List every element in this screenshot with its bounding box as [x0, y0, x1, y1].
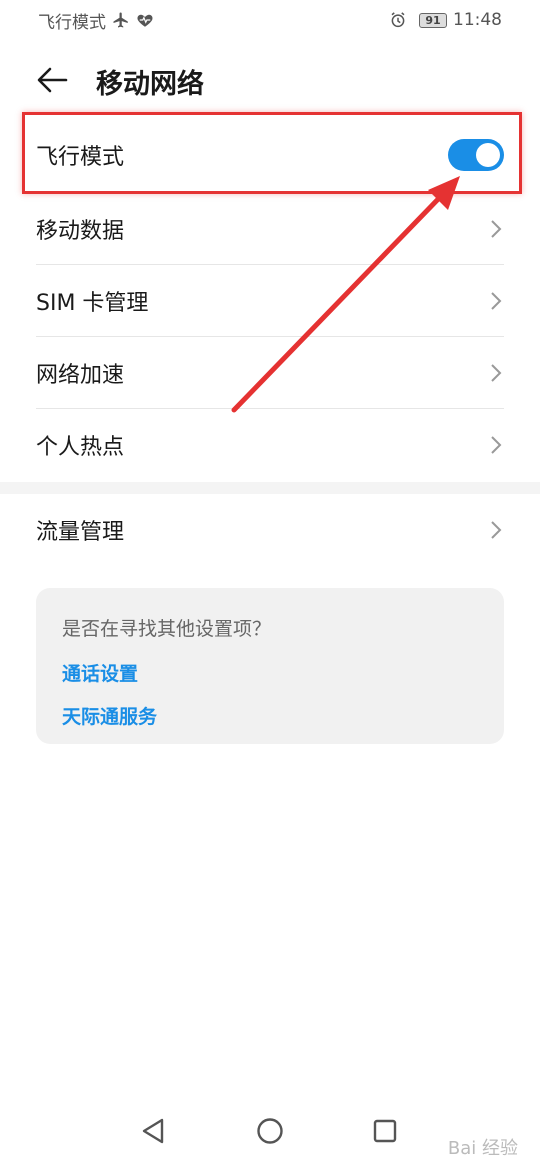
nav-recents-button[interactable] [368, 1114, 402, 1148]
hotspot-row[interactable]: 个人热点 [36, 409, 504, 481]
chevron-right-icon [491, 436, 502, 454]
data-usage-row[interactable]: 流量管理 [36, 494, 504, 566]
skytone-service-link[interactable]: 天际通服务 [62, 702, 478, 729]
sim-management-label: SIM 卡管理 [36, 290, 149, 316]
network-acceleration-row[interactable]: 网络加速 [36, 337, 504, 408]
hotspot-label: 个人热点 [36, 435, 125, 460]
airplane-icon [112, 11, 130, 29]
page-title: 移动网络 [96, 69, 204, 100]
circle-home-icon [257, 1118, 283, 1144]
chevron-right-icon [491, 521, 502, 539]
triangle-back-icon [142, 1118, 164, 1144]
square-recents-icon [373, 1119, 397, 1143]
status-airplane-label: 飞行模式 [38, 12, 106, 33]
section-separator [0, 482, 540, 494]
back-button[interactable] [36, 64, 70, 96]
nav-home-button[interactable] [253, 1114, 287, 1148]
network-acceleration-label: 网络加速 [36, 362, 125, 388]
back-arrow-icon [37, 67, 68, 93]
suggestion-card: 是否在寻找其他设置项？ 通话设置 天际通服务 [36, 588, 504, 744]
mobile-data-label: 移动数据 [36, 219, 125, 244]
page-header: 移动网络 [0, 52, 540, 108]
watermark: Bai 经验 [447, 1138, 518, 1159]
alarm-icon [389, 11, 407, 29]
nav-back-button[interactable] [136, 1114, 170, 1148]
chevron-right-icon [491, 220, 502, 238]
chevron-right-icon [491, 363, 502, 382]
annotation-highlight-box [22, 112, 522, 194]
battery-indicator: 91 [419, 12, 447, 28]
chevron-right-icon [491, 291, 502, 310]
status-right: 91 11:48 [389, 10, 502, 30]
call-settings-link[interactable]: 通话设置 [62, 659, 478, 686]
suggestion-title: 是否在寻找其他设置项？ [62, 618, 272, 640]
status-left: 飞行模式 [38, 8, 154, 33]
sim-management-row[interactable]: SIM 卡管理 [36, 265, 504, 336]
status-time: 11:48 [453, 10, 502, 30]
mobile-data-row[interactable]: 移动数据 [36, 194, 504, 264]
heart-rate-icon [136, 11, 154, 29]
status-bar: 飞行模式 91 11:48 [0, 0, 540, 40]
data-usage-label: 流量管理 [36, 520, 125, 545]
